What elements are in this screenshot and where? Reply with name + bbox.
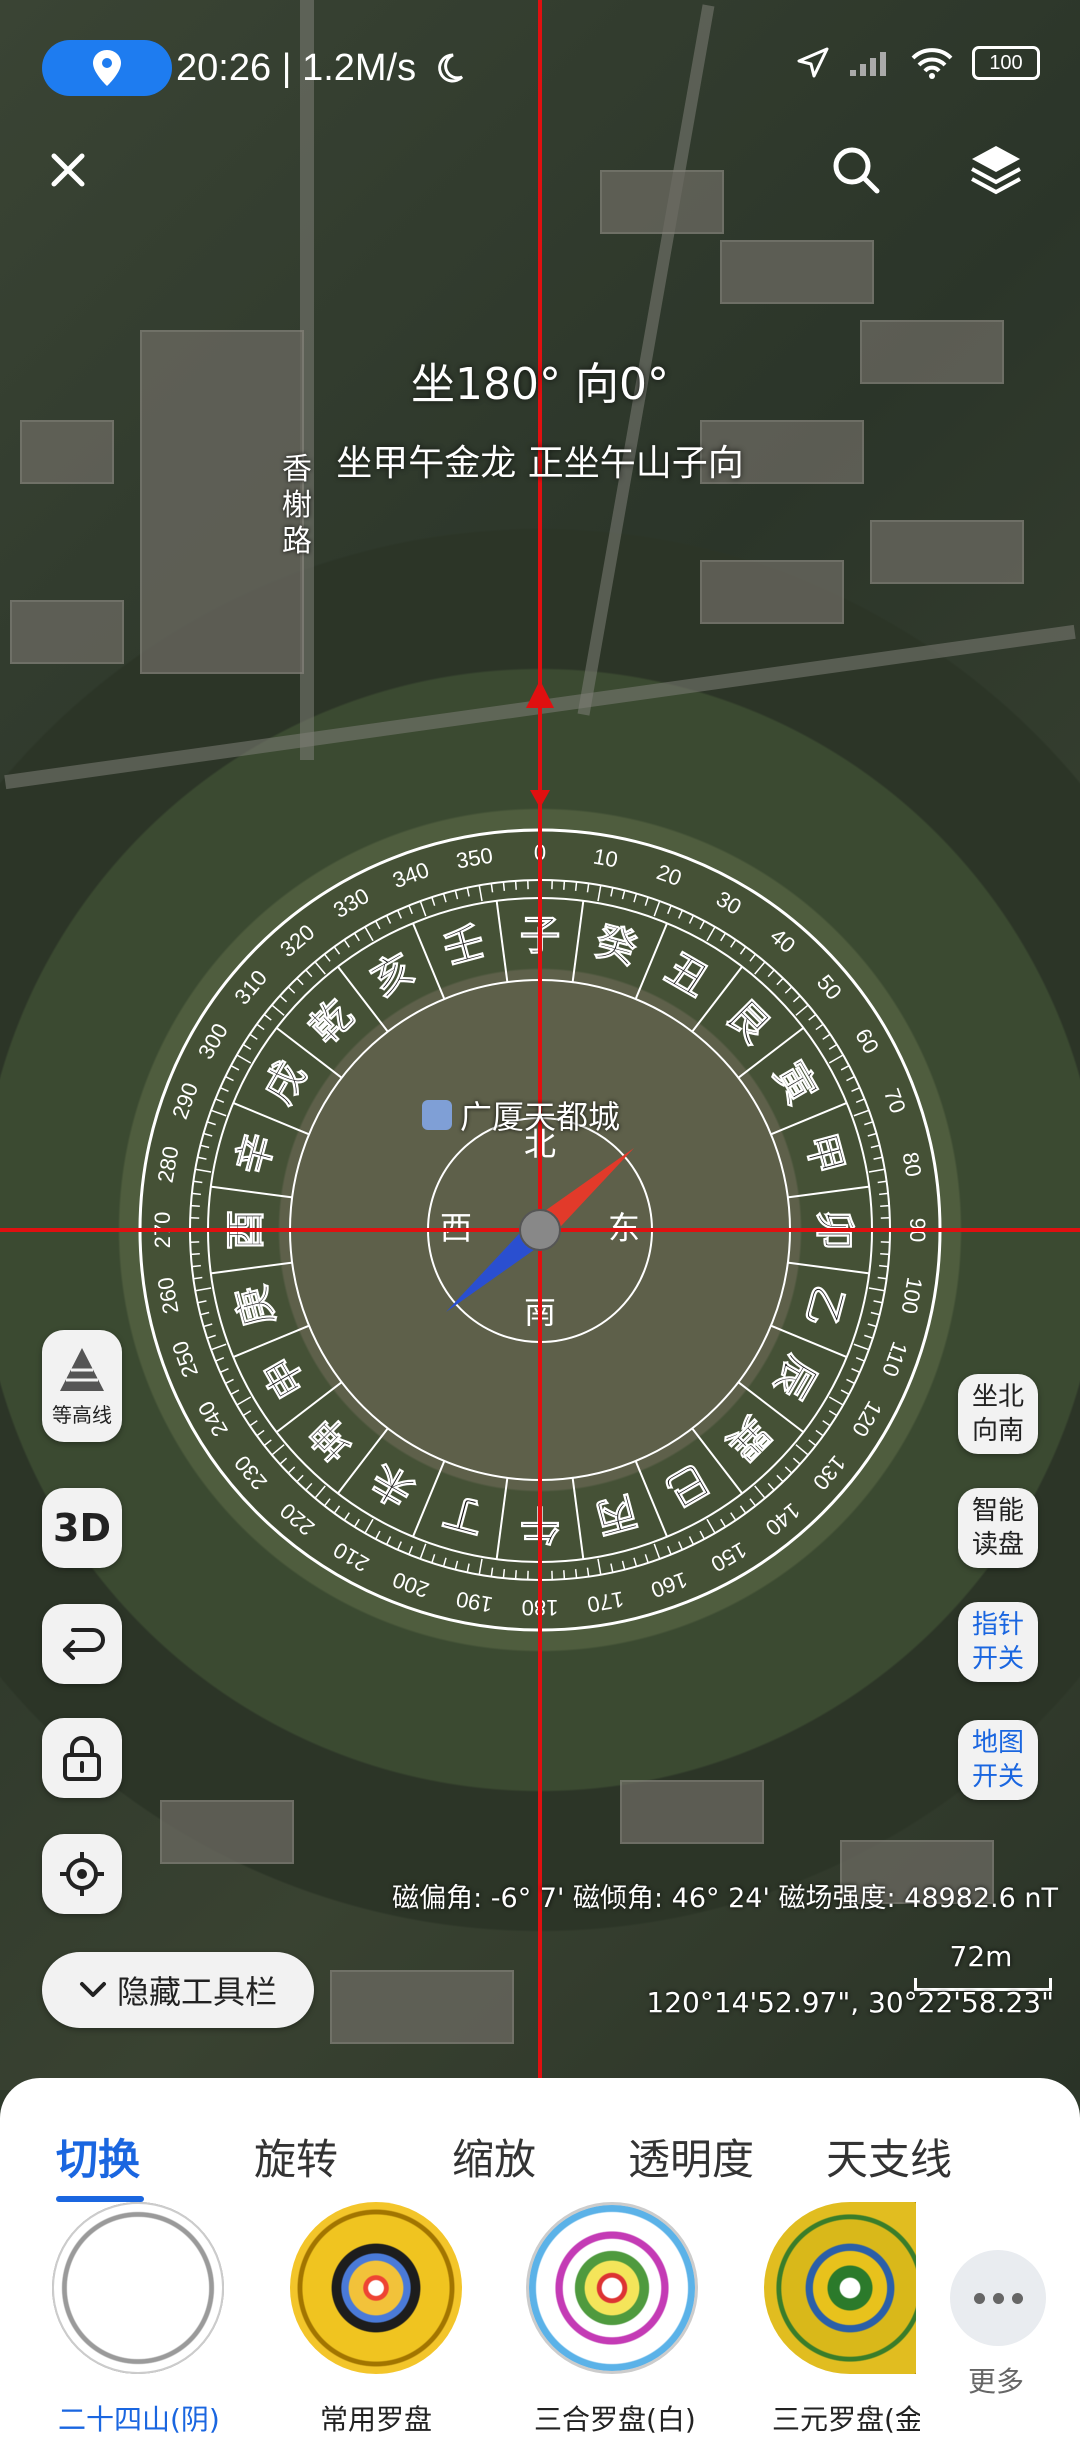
- locate-button[interactable]: [42, 1834, 122, 1914]
- coordinates: 120°14'52.97", 30°22'58.23": [646, 1986, 1054, 2019]
- battery-indicator: 100: [972, 46, 1040, 80]
- map-toggle-button[interactable]: 地图 开关: [958, 1720, 1038, 1800]
- degree-tick: [502, 1569, 506, 1579]
- moon-icon: [437, 53, 463, 83]
- degree-tick: [574, 881, 578, 891]
- more-label: 更多: [968, 2365, 1025, 2398]
- lock-icon: [63, 1736, 101, 1781]
- luopan-option-common[interactable]: [290, 2202, 462, 2374]
- 3d-button[interactable]: 3D: [42, 1488, 122, 1568]
- status-text: 20:26 | 1.2M/s: [176, 40, 465, 96]
- degree-tick: [563, 1570, 566, 1580]
- scale-label: 72m: [949, 1940, 1013, 1973]
- tab-bar: 切换 旋转 缩放 透明度 天支线: [0, 2126, 1080, 2202]
- status-bar: 20:26 | 1.2M/s 100: [0, 0, 1080, 130]
- degree-tick: [502, 881, 506, 891]
- chevron-down-icon: [79, 1982, 106, 1997]
- contour-button[interactable]: 等高线: [42, 1330, 122, 1442]
- degree-tick: [574, 1569, 578, 1579]
- contour-label: 等高线: [52, 1402, 112, 1427]
- search-icon: [833, 147, 880, 194]
- degree-tick: [879, 1192, 889, 1196]
- close-icon: [51, 153, 85, 187]
- disc-label: 三合罗盘(白): [534, 2403, 696, 2436]
- degree-tick: [190, 1253, 200, 1256]
- north-marker-arrow: [526, 680, 554, 708]
- magnetic-info: 磁偏角: -6° 7' 磁倾角: 46° 24' 磁场强度: 48982.6 n…: [392, 1883, 1058, 1914]
- degree-tick: [191, 1264, 201, 1268]
- north-marker-tip: [530, 790, 550, 808]
- heading-degrees: 坐180° 向0°: [411, 359, 669, 410]
- status-icons: 100: [796, 46, 1040, 80]
- degree-tick: [880, 1204, 890, 1207]
- hide-toolbar-button[interactable]: 隐藏工具栏: [42, 1952, 314, 2028]
- crosshair-locate-icon: [60, 1852, 104, 1896]
- tab-opacity[interactable]: 透明度: [628, 2126, 754, 2187]
- luopan-option-24-mountains[interactable]: [52, 2202, 224, 2374]
- poi-label[interactable]: 广厦天都城: [422, 1092, 620, 1138]
- more-button[interactable]: [950, 2250, 1046, 2346]
- map-toggle-label: 地图 开关: [971, 1728, 1024, 1792]
- sit-north-face-south-button[interactable]: 坐北 向南: [958, 1374, 1038, 1454]
- degree-tick: [879, 1264, 889, 1268]
- location-pill[interactable]: [42, 40, 172, 96]
- building-icon: [422, 1100, 452, 1130]
- lock-button[interactable]: [42, 1718, 122, 1798]
- more-dots-icon: [992, 2292, 1004, 2304]
- active-tab-indicator: [56, 2196, 144, 2202]
- smart-read-button[interactable]: 智能 读盘: [958, 1488, 1038, 1568]
- more-dots-icon: [973, 2292, 985, 2304]
- disc-label-active: 二十四山(阴): [58, 2403, 220, 2436]
- tab-zoom[interactable]: 缩放: [452, 2126, 536, 2187]
- degree-tick: [514, 1570, 517, 1580]
- poi-name: 广厦天都城: [460, 1098, 621, 1136]
- degree-tick: [514, 880, 517, 890]
- degree-tick: [563, 880, 566, 890]
- wifi-icon: [911, 48, 953, 79]
- needle-toggle-button[interactable]: 指针 开关: [958, 1602, 1038, 1682]
- location-icon: [93, 50, 121, 86]
- disc-label: 三元罗盘(金: [772, 2403, 920, 2436]
- bottom-sheet: 切换 旋转 缩放 透明度 天支线 二十四山(阴) 常用罗盘 三合罗盘(白) 三元…: [0, 2078, 1080, 2460]
- status-clock-speed: 20:26 | 1.2M/s: [176, 47, 417, 89]
- navigation-arrow-icon: [797, 47, 829, 78]
- needle-pivot: [519, 1209, 561, 1251]
- needle-toggle-label: 指针 开关: [971, 1610, 1024, 1674]
- degree-tick: [880, 1253, 890, 1256]
- tab-rotate[interactable]: 旋转: [254, 2126, 338, 2187]
- tab-switch[interactable]: 切换: [56, 2126, 140, 2187]
- smart-read-label: 智能 读盘: [971, 1496, 1024, 1560]
- signal-icon: [850, 52, 886, 76]
- crosshair: [0, 0, 1080, 2090]
- hide-toolbar-label: 隐藏工具栏: [116, 1973, 277, 2011]
- more-dots-icon: [1011, 2292, 1023, 2304]
- pyramid-icon: [60, 1347, 104, 1391]
- degree-tick: [190, 1204, 200, 1207]
- layers-button[interactable]: [956, 130, 1036, 210]
- sit-north-label: 坐北 向南: [971, 1382, 1024, 1446]
- undo-icon: [63, 1628, 105, 1660]
- undo-button[interactable]: [42, 1604, 122, 1684]
- search-button[interactable]: [816, 130, 896, 210]
- close-button[interactable]: [28, 130, 108, 210]
- layers-icon: [971, 146, 1021, 195]
- luopan-option-sanyuan-gold[interactable]: [764, 2202, 916, 2374]
- degree-label: 10: [591, 844, 619, 873]
- degree-tick: [191, 1192, 201, 1196]
- luopan-option-sanhe-white[interactable]: [526, 2202, 698, 2374]
- degree-label: 80: [898, 1150, 927, 1178]
- tab-tianzhi-line[interactable]: 天支线: [826, 2126, 952, 2187]
- luopan-compass[interactable]: 0102030405060708090100110120130140150160…: [0, 0, 1080, 2090]
- heading-description: 坐甲午金龙 正坐午山子向: [336, 443, 744, 484]
- disc-label: 常用罗盘: [320, 2403, 433, 2436]
- road-label: 香榭路: [282, 452, 312, 559]
